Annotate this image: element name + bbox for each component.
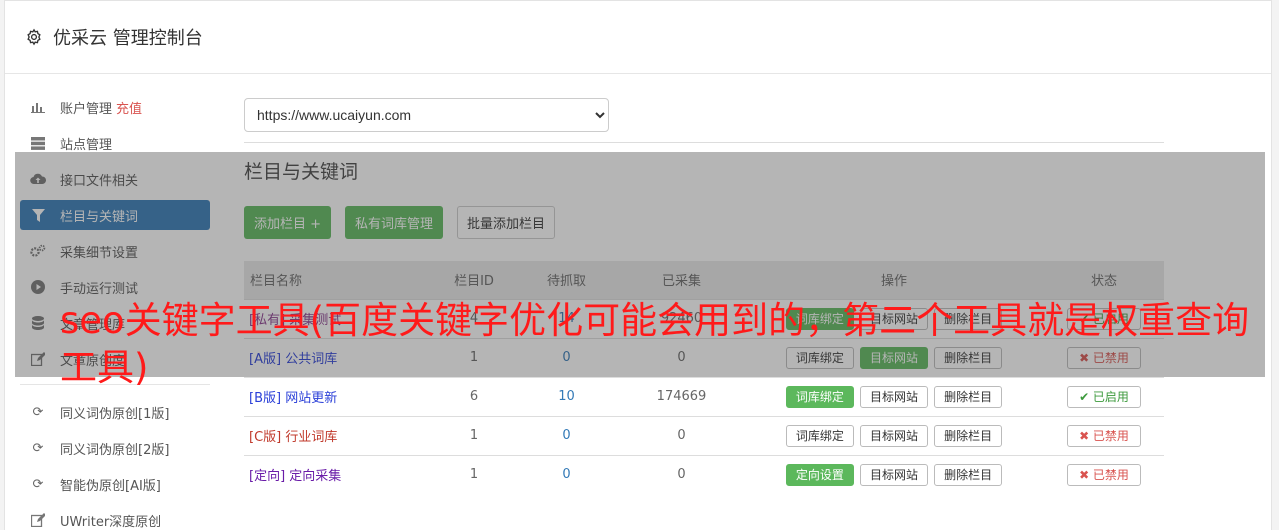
table-row: [定向] 定向采集 1 0 0 定向设置 目标网站 删除栏目 ✖ 已禁用 xyxy=(244,454,1164,494)
sidebar-item-label: UWriter深度原创 xyxy=(60,514,162,530)
column-name-cell[interactable]: [定向] 定向采集 xyxy=(244,454,434,494)
page-title: 优采云 管理控制台 xyxy=(53,28,203,49)
actions-cell: 词库绑定 目标网站 删除栏目 xyxy=(744,415,1044,455)
sidebar-item-label: 智能伪原创[AI版] xyxy=(60,478,161,494)
target-site-button[interactable]: 目标网站 xyxy=(859,424,928,447)
column-tag: [定向] xyxy=(249,469,286,485)
gear-icon xyxy=(27,28,41,46)
bind-library-button[interactable]: 词库绑定 xyxy=(785,424,854,447)
header: 优采云 管理控制台 xyxy=(5,1,1271,74)
sidebar-item-synonym-v1[interactable]: ⟳ 同义词伪原创[1版] xyxy=(20,397,210,427)
bar-chart-icon xyxy=(30,99,46,115)
pending-count[interactable]: 0 xyxy=(514,454,619,494)
column-id: 1 xyxy=(434,454,514,494)
banner-caption: seo关键字工具(百度关键字优化可能会用到的，第二个工具就是权重查询工具) xyxy=(60,299,1250,389)
column-name-cell[interactable]: [C版] 行业词库 xyxy=(244,415,434,455)
status-toggle[interactable]: ✖ 已禁用 xyxy=(1067,463,1141,486)
delete-column-button[interactable]: 删除栏目 xyxy=(934,424,1003,447)
pending-count[interactable]: 0 xyxy=(514,415,619,455)
edit-icon xyxy=(30,512,46,528)
site-select[interactable]: https://www.ucaiyun.com xyxy=(244,98,609,132)
status-toggle[interactable]: ✖ 已禁用 xyxy=(1067,424,1141,447)
refresh-icon: ⟳ xyxy=(32,440,44,456)
column-tag: [C版] xyxy=(249,430,282,445)
column-name: 定向采集 xyxy=(289,469,342,485)
delete-column-button[interactable]: 删除栏目 xyxy=(934,463,1003,486)
column-tag: [B版] xyxy=(249,391,282,406)
sidebar-item-label: 同义词伪原创[1版] xyxy=(60,406,170,422)
target-site-button[interactable]: 目标网站 xyxy=(859,463,928,486)
sidebar-item-synonym-v2[interactable]: ⟳ 同义词伪原创[2版] xyxy=(20,433,210,463)
actions-cell: 定向设置 目标网站 删除栏目 xyxy=(744,454,1044,494)
targeted-settings-button[interactable]: 定向设置 xyxy=(785,463,854,486)
status-cell: ✖ 已禁用 xyxy=(1044,415,1164,455)
collected-count: 0 xyxy=(619,454,744,494)
divider xyxy=(244,142,1164,143)
status-cell: ✖ 已禁用 xyxy=(1044,454,1164,494)
server-icon xyxy=(30,135,46,151)
column-name: 行业词库 xyxy=(285,430,338,445)
collected-count: 0 xyxy=(619,415,744,455)
recharge-link[interactable]: 充值 xyxy=(116,98,142,117)
column-id: 1 xyxy=(434,415,514,455)
sidebar-item-label: 站点管理 xyxy=(60,137,113,153)
sidebar-item-label: 账户管理 xyxy=(60,101,113,117)
refresh-icon: ⟳ xyxy=(32,476,44,492)
sidebar-item-label: 同义词伪原创[2版] xyxy=(60,442,170,458)
sidebar-item-ai-rewrite[interactable]: ⟳ 智能伪原创[AI版] xyxy=(20,469,210,499)
table-row: [C版] 行业词库 1 0 0 词库绑定 目标网站 删除栏目 ✖ 已禁用 xyxy=(244,415,1164,455)
column-name: 网站更新 xyxy=(285,391,338,406)
refresh-icon: ⟳ xyxy=(32,404,44,420)
sidebar-item-uwriter[interactable]: UWriter深度原创 xyxy=(20,505,210,530)
sidebar-item-account[interactable]: 账户管理 充值 xyxy=(20,92,210,122)
